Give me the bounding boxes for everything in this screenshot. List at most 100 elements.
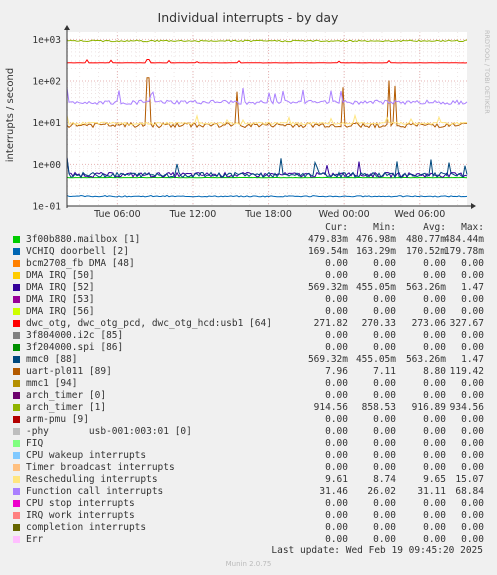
legend-label: dwc_otg, dwc_otg_pcd, dwc_otg_hcd:usb1 [… [26,318,272,329]
legend-row: 3f204000.spi [86] 0.00 0.00 0.00 0.00 [13,342,493,354]
y-tick-labels: 1e-01 1e+00 1e+01 1e+02 1e+03 [32,35,61,213]
legend-swatch [13,272,20,279]
legend-row: CPU stop interrupts 0.00 0.00 0.00 0.00 [13,498,493,510]
y-axis-label: interrupts / second [5,68,16,162]
legend-row: 3f00b880.mailbox [1] 479.83m 476.98m 480.77… [13,234,493,246]
legend-max: 0.00 [461,510,484,521]
legend-label: arm-pmu [9] [26,414,89,425]
legend: Cur: Min: Avg: Max: 3f00b880.mailbox [1]… [13,222,493,546]
legend-row: DMA IRQ [56] 0.00 0.00 0.00 0.00 [13,306,493,318]
legend-swatch [13,368,20,375]
x-tick-label: Tue 18:00 [244,209,292,220]
legend-label: arch_timer [0] [26,390,107,401]
legend-max: 0.00 [461,330,484,341]
y-tick-label: 1e+03 [32,35,61,46]
y-axis-arrow [64,25,70,30]
y-tick-label: 1e+00 [32,160,61,171]
legend-label: 3f00b880.mailbox [1] [26,234,141,245]
legend-max: 0.00 [461,426,484,437]
legend-swatch [13,452,20,459]
chart-title: Individual interrupts - by day [158,10,340,25]
legend-label: DMA IRQ [52] [26,282,95,293]
legend-label: DMA IRQ [56] [26,306,95,317]
legend-row: mmc0 [88] 569.32m 455.05m 563.26m 1.47 [13,354,493,366]
legend-label: FIQ [26,438,44,449]
legend-swatch [13,356,20,363]
legend-row: FIQ 0.00 0.00 0.00 0.00 [13,438,493,450]
legend-label: Timer broadcast interrupts [26,462,175,473]
legend-row: arch_timer [0] 0.00 0.00 0.00 0.00 [13,390,493,402]
legend-label: DMA IRQ [53] [26,294,95,305]
legend-swatch [13,380,20,387]
x-tick-label: Wed 06:00 [394,209,445,220]
legend-label: VCHIQ doorbell [2] [26,246,129,257]
legend-swatch [13,404,20,411]
legend-label: bcm2708_fb DMA [48] [26,258,135,269]
legend-swatch [13,476,20,483]
x-tick-label: Tue 06:00 [93,209,141,220]
y-tick-label: 1e-01 [32,202,61,213]
legend-max: 179.78m [443,246,484,257]
legend-label: completion interrupts [26,522,147,533]
chart-svg: Individual interrupts - by day interrupt… [5,10,491,220]
legend-max: 0.00 [461,522,484,533]
legend-max: 0.00 [461,462,484,473]
y-tick-label: 1e+01 [32,118,61,129]
legend-label: CPU stop interrupts [26,498,135,509]
legend-swatch [13,416,20,423]
legend-max: 484.44m [443,234,484,245]
legend-max: 0.00 [461,270,484,281]
x-tick-label: Tue 12:00 [169,209,217,220]
legend-swatch [13,428,20,435]
x-tick-labels: Tue 06:00 Tue 12:00 Tue 18:00 Wed 00:00 Wed … [93,209,445,220]
legend-header: Cur: Min: Avg: Max: [13,222,493,234]
legend-max: 0.00 [461,342,484,353]
x-axis-arrow [471,203,476,209]
legend-row: VCHIQ doorbell [2] 169.54m 163.29m 170.52m 1… [13,246,493,258]
legend-swatch [13,284,20,291]
legend-swatch [13,512,20,519]
last-update: Last update: Wed Feb 19 09:45:20 2025 [271,545,483,556]
legend-row: mmc1 [94] 0.00 0.00 0.00 0.00 [13,378,493,390]
legend-rows: 3f00b880.mailbox [1] 479.83m 476.98m 480.77… [13,234,493,546]
legend-label: Err [26,534,44,545]
legend-swatch [13,344,20,351]
rrdtool-watermark: RRDTOOL / TOBI OETIKER [483,30,491,114]
legend-swatch [13,296,20,303]
legend-row: Function call interrupts 31.46 26.02 31.11 6… [13,486,493,498]
legend-max: 0.00 [461,378,484,389]
legend-max: 0.00 [461,438,484,449]
legend-label: uart-pl011 [89] [26,366,112,377]
legend-row: DMA IRQ [52] 569.32m 455.05m 563.26m 1.47 [13,282,493,294]
legend-label: arch_timer [1] [26,402,107,413]
legend-row: dwc_otg, dwc_otg_pcd, dwc_otg_hcd:usb1 [… [13,318,493,330]
legend-row: arch_timer [1] 914.56 858.53 916.89 934.56 [13,402,493,414]
legend-label: Function call interrupts [26,486,164,497]
legend-swatch [13,392,20,399]
legend-swatch [13,248,20,255]
legend-swatch [13,440,20,447]
legend-max: 934.56 [449,402,484,413]
legend-max: 68.84 [455,486,484,497]
legend-max: 0.00 [461,390,484,401]
legend-row: Rescheduling interrupts 9.61 8.74 9.65 15.07 [13,474,493,486]
legend-swatch [13,536,20,543]
legend-max: 0.00 [461,258,484,269]
legend-swatch [13,464,20,471]
legend-swatch [13,260,20,267]
legend-row: CPU wakeup interrupts 0.00 0.00 0.00 0.00 [13,450,493,462]
legend-row: DMA IRQ [50] 0.00 0.00 0.00 0.00 [13,270,493,282]
legend-label: 3f204000.spi [86] [26,342,124,353]
legend-swatch [13,236,20,243]
legend-label: DMA IRQ [50] [26,270,95,281]
legend-max: 0.00 [461,414,484,425]
legend-max: 1.47 [461,282,484,293]
legend-row: -phy usb-001:003:01 [0] 0.00 0.00 0.00 0.00 [13,426,493,438]
legend-swatch [13,320,20,327]
legend-swatch [13,500,20,507]
legend-row: bcm2708_fb DMA [48] 0.00 0.00 0.00 0.00 [13,258,493,270]
legend-row: completion interrupts 0.00 0.00 0.00 0.00 [13,522,493,534]
legend-label: -phy usb-001:003:01 [0] [26,426,192,437]
legend-max: 119.42 [449,366,484,377]
legend-max: 0.00 [461,306,484,317]
